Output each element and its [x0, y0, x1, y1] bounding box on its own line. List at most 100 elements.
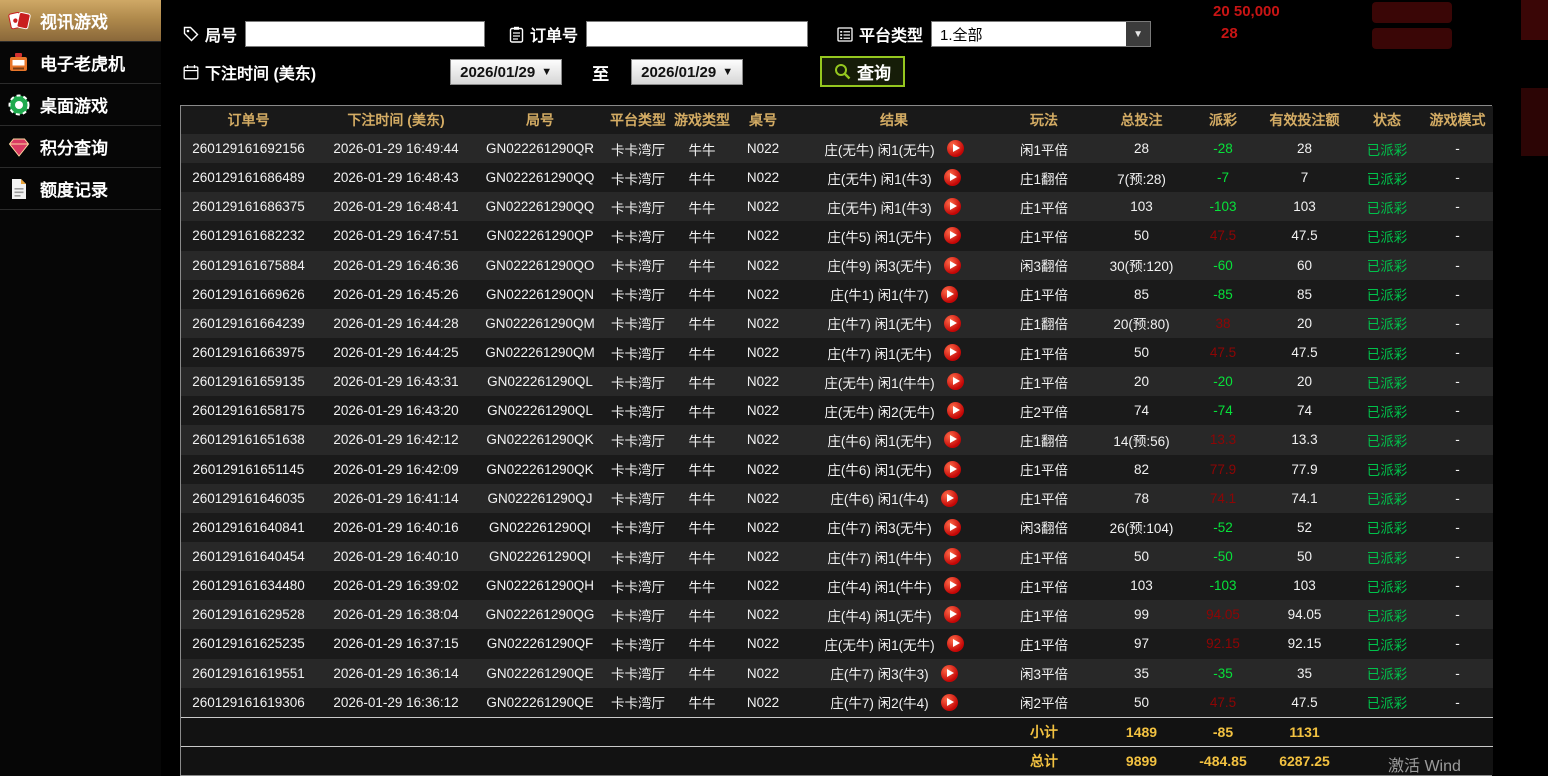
play-video-icon[interactable] — [940, 489, 958, 507]
platform-type-select[interactable]: 1.全部 ▼ — [931, 21, 1152, 47]
play-video-icon[interactable] — [943, 314, 961, 332]
date-from-picker[interactable]: 2026/01/29 ▼ — [450, 59, 563, 85]
sidebar-item-points-query[interactable]: 积分查询 — [0, 126, 161, 168]
platform-cell: 卡卡湾厅 — [611, 404, 665, 420]
platform-cell: 卡卡湾厅 — [611, 346, 665, 362]
game-type-cell: 牛牛 — [688, 696, 716, 712]
play-video-icon[interactable] — [946, 140, 964, 158]
result-cell: 庄(牛4) 闲1(牛牛) — [794, 571, 994, 600]
result-cell: 庄(牛6) 闲1(无牛) — [794, 425, 994, 454]
valid-bet-cell: 60 — [1296, 257, 1313, 273]
query-button[interactable]: 查询 — [820, 56, 905, 87]
play-video-icon[interactable] — [943, 431, 961, 449]
round-no-cell: GN022261290QE — [486, 665, 594, 681]
chevron-down-icon: ▼ — [1126, 22, 1151, 46]
sidebar-item-table-games[interactable]: 桌面游戏 — [0, 84, 161, 126]
sidebar-item-label: 积分查询 — [40, 139, 108, 158]
play-method-cell: 庄1翻倍 — [1019, 171, 1068, 187]
game-type-cell: 牛牛 — [688, 346, 716, 362]
play-video-icon[interactable] — [943, 460, 961, 478]
platform-cell: 卡卡湾厅 — [611, 288, 665, 304]
play-video-icon[interactable] — [940, 664, 958, 682]
play-video-icon[interactable] — [943, 256, 961, 274]
date-to-picker[interactable]: 2026/01/29 ▼ — [631, 59, 744, 85]
game-mode-cell: - — [1455, 636, 1460, 652]
table-no-cell: N022 — [746, 199, 780, 215]
total-total-bet: 9899 — [1094, 746, 1189, 775]
game-type-cell: 牛牛 — [688, 433, 716, 449]
game-mode-cell: - — [1455, 432, 1460, 448]
play-video-icon[interactable] — [943, 227, 961, 245]
result-cell: 庄(牛7) 闲1(无牛) — [794, 338, 994, 367]
play-method-cell: 闲1平倍 — [1019, 142, 1068, 158]
chevron-down-icon: ▼ — [541, 66, 553, 78]
play-method-cell: 庄1平倍 — [1019, 375, 1068, 391]
round-no-input[interactable] — [245, 21, 486, 47]
result-text: 庄(牛4) 闲1(牛牛) — [827, 579, 932, 595]
total-bet-cell: 50 — [1133, 345, 1150, 361]
play-method-cell: 闲2平倍 — [1019, 696, 1068, 712]
play-video-icon[interactable] — [946, 402, 964, 420]
round-no-cell: GN022261290QJ — [487, 490, 593, 506]
poker-chip-icon — [7, 93, 31, 117]
round-no-cell: GN022261290QL — [487, 403, 593, 419]
column-header: 桌号 — [732, 106, 794, 134]
column-header: 派彩 — [1189, 106, 1257, 134]
table-row: 260129161686489 2026-01-29 16:48:43 GN0222… — [181, 163, 1493, 193]
play-video-icon[interactable] — [946, 373, 964, 391]
status-cell: 已派彩 — [1366, 288, 1408, 304]
game-mode-cell: - — [1455, 374, 1460, 390]
total-bet-cell: 50 — [1133, 694, 1150, 710]
table-row: 260129161634480 2026-01-29 16:39:02 GN0222… — [181, 571, 1493, 601]
game-mode-cell: - — [1455, 549, 1460, 565]
status-cell: 已派彩 — [1366, 375, 1408, 391]
bet-time-cell: 2026-01-29 16:36:12 — [333, 694, 459, 710]
sidebar-item-video-games[interactable]: 视讯游戏 — [0, 0, 161, 42]
table-footer: 小计 1489 -85 1131 总计 9899 -484.85 6287.25 — [181, 717, 1493, 775]
status-cell: 已派彩 — [1366, 142, 1408, 158]
total-valid-bet: 6287.25 — [1257, 746, 1352, 775]
result-text: 庄(无牛) 闲1(牛3) — [827, 171, 932, 187]
play-video-icon[interactable] — [943, 344, 961, 362]
game-type-cell: 牛牛 — [688, 404, 716, 420]
order-no-input[interactable] — [586, 21, 809, 47]
game-type-cell: 牛牛 — [688, 550, 716, 566]
payout-cell: -85 — [1213, 286, 1233, 302]
result-text: 庄(牛6) 闲1(无牛) — [827, 433, 932, 449]
column-header: 有效投注额 — [1257, 106, 1352, 134]
round-no-cell: GN022261290QM — [485, 315, 595, 331]
play-video-icon[interactable] — [943, 577, 961, 595]
table-row: 260129161664239 2026-01-29 16:44:28 GN0222… — [181, 308, 1493, 338]
result-cell: 庄(牛7) 闲1(无牛) — [794, 309, 994, 338]
order-no-cell: 260129161651145 — [192, 461, 305, 477]
game-mode-cell: - — [1455, 345, 1460, 361]
play-video-icon[interactable] — [943, 518, 961, 536]
payout-cell: 13.3 — [1209, 432, 1237, 448]
game-type-cell: 牛牛 — [688, 200, 716, 216]
play-video-icon[interactable] — [946, 635, 964, 653]
subtotal-total-bet: 1489 — [1094, 717, 1189, 746]
sidebar-item-quota-records[interactable]: 额度记录 — [0, 168, 161, 210]
total-bet-cell: 85 — [1133, 286, 1150, 302]
sidebar-item-slots[interactable]: 电子老虎机 — [0, 42, 161, 84]
slot-machine-icon — [7, 51, 31, 75]
game-mode-cell: - — [1455, 199, 1460, 215]
play-video-icon[interactable] — [943, 198, 961, 216]
game-type-cell: 牛牛 — [688, 608, 716, 624]
payout-cell: -74 — [1213, 403, 1233, 419]
round-no-cell: GN022261290QK — [486, 461, 594, 477]
play-video-icon[interactable] — [943, 169, 961, 187]
play-video-icon[interactable] — [943, 548, 961, 566]
valid-bet-cell: 103 — [1293, 199, 1316, 215]
payout-cell: -103 — [1209, 578, 1237, 594]
column-header: 状态 — [1352, 106, 1422, 134]
result-text: 庄(牛7) 闲3(牛3) — [830, 667, 929, 683]
round-no-cell: GN022261290QN — [485, 286, 595, 302]
result-cell: 庄(牛4) 闲1(无牛) — [794, 600, 994, 629]
play-video-icon[interactable] — [943, 606, 961, 624]
valid-bet-cell: 35 — [1296, 665, 1313, 681]
valid-bet-cell: 47.5 — [1291, 694, 1318, 710]
play-video-icon[interactable] — [940, 693, 958, 711]
platform-cell: 卡卡湾厅 — [611, 579, 665, 595]
play-video-icon[interactable] — [940, 285, 958, 303]
